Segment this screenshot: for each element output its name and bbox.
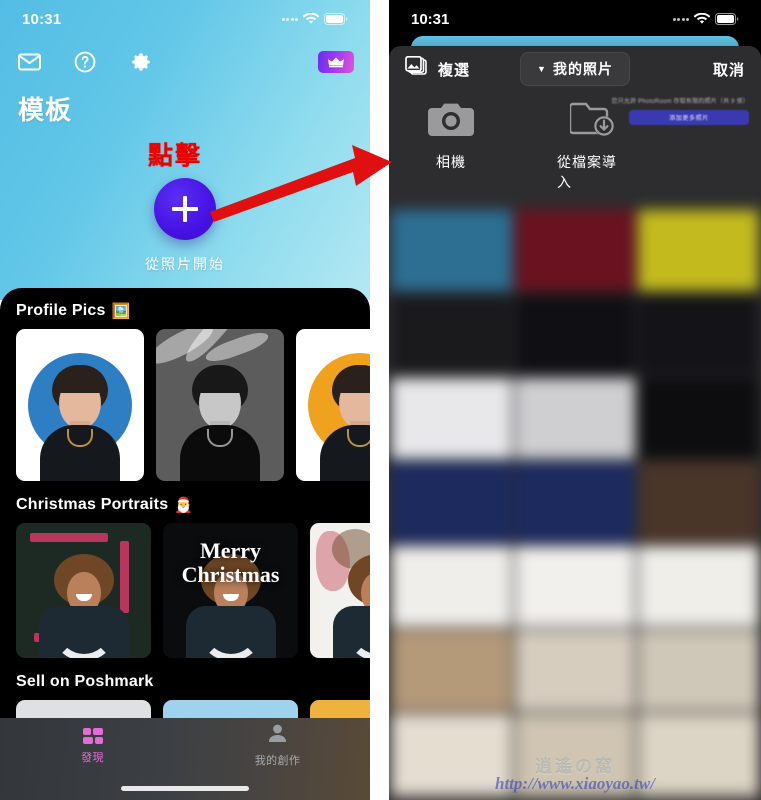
photo-thumbnail[interactable] xyxy=(638,462,759,543)
photo-thumbnail[interactable] xyxy=(638,630,759,711)
camera-icon xyxy=(428,100,474,143)
person-icon xyxy=(268,724,287,747)
santa-emoji-icon: 🎅 xyxy=(174,497,194,514)
wifi-icon xyxy=(303,13,319,25)
photo-source-row: 相機 從檔案導入 xyxy=(389,92,761,198)
plus-icon xyxy=(172,196,198,222)
add-photo-button[interactable] xyxy=(154,178,216,240)
bottom-tab-bar: 發現 我的創作 xyxy=(0,718,370,800)
multi-select-button[interactable]: 複選 xyxy=(405,55,471,83)
section-header-sell-on-poshmark: Sell on Poshmark xyxy=(0,673,370,691)
photo-thumbnail[interactable] xyxy=(391,462,512,543)
template-card[interactable] xyxy=(156,329,284,481)
photo-thumbnail[interactable] xyxy=(638,378,759,459)
signal-dots-icon xyxy=(672,17,689,21)
overlay-line-1: Merry xyxy=(199,538,262,563)
photo-picker-sheet: 複選 ▼ 我的照片 取消 您只允許 PhotoRoom 存取有限的照片（共 9 … xyxy=(389,46,761,800)
photo-thumbnail[interactable] xyxy=(391,378,512,459)
caret-down-icon: ▼ xyxy=(537,63,547,74)
photo-thumbnail-grid[interactable] xyxy=(389,210,761,800)
home-indicator xyxy=(121,786,249,791)
pro-crown-badge[interactable] xyxy=(318,51,354,73)
camera-label: 相機 xyxy=(436,154,466,170)
right-phone-screenshot: 10:31 複選 ▼ 我的照片 取消 您只允許 PhotoRoom 存取有限的照… xyxy=(389,0,761,800)
page-title: 模板 xyxy=(18,95,73,125)
photo-thumbnail[interactable] xyxy=(514,630,636,711)
section-header-christmas-portraits: Christmas Portraits 🎅 xyxy=(0,496,370,514)
tab-label: 我的創作 xyxy=(254,755,301,767)
photo-thumbnail[interactable] xyxy=(638,294,759,375)
camera-source-button[interactable]: 相機 xyxy=(415,100,487,192)
import-from-files-button[interactable]: 從檔案導入 xyxy=(557,100,629,192)
section-title: Profile Pics xyxy=(16,302,106,319)
stacked-photos-icon xyxy=(405,55,429,83)
photo-thumbnail[interactable] xyxy=(514,210,636,291)
portrait-figure xyxy=(34,361,126,481)
photo-thumbnail[interactable] xyxy=(391,210,512,291)
right-status-bar: 10:31 xyxy=(389,6,761,32)
portrait-figure xyxy=(36,554,132,658)
signal-dots-icon xyxy=(281,17,298,21)
mail-icon[interactable] xyxy=(16,49,42,75)
tab-discover[interactable]: 發現 xyxy=(0,718,185,774)
photo-thumbnail[interactable] xyxy=(514,714,636,795)
grid-icon xyxy=(82,727,103,744)
section-header-profile-pics: Profile Pics 🖼️ xyxy=(0,302,370,320)
photo-thumbnail[interactable] xyxy=(638,210,759,291)
overlay-line-2: Christmas xyxy=(181,562,280,587)
portrait-figure xyxy=(174,361,266,481)
template-card[interactable] xyxy=(16,329,144,481)
photo-thumbnail[interactable] xyxy=(638,546,759,627)
photo-thumbnail[interactable] xyxy=(514,462,636,543)
photo-thumbnail[interactable] xyxy=(391,630,512,711)
photo-thumbnail[interactable] xyxy=(514,546,636,627)
folder-download-icon xyxy=(568,100,616,143)
template-card[interactable] xyxy=(296,329,370,481)
status-clock: 10:31 xyxy=(22,10,62,28)
tap-annotation-label: 點擊 xyxy=(148,142,203,170)
photo-thumbnail[interactable] xyxy=(638,714,759,795)
picture-frame-emoji-icon: 🖼️ xyxy=(111,303,131,320)
photo-thumbnail[interactable] xyxy=(514,378,636,459)
cancel-button[interactable]: 取消 xyxy=(713,59,745,80)
section-title: Christmas Portraits xyxy=(16,496,169,513)
gear-icon[interactable] xyxy=(128,49,154,75)
left-phone-screenshot: 10:31 模板 從照片開始 Profile Pics 🖼️ Christmas… xyxy=(0,0,370,800)
panel-divider xyxy=(370,0,389,800)
section-title: Sell on Poshmark xyxy=(16,673,154,690)
portrait-figure xyxy=(314,361,370,481)
multi-select-label: 複選 xyxy=(438,61,471,79)
question-mark-circle-icon[interactable] xyxy=(72,49,98,75)
portrait-figure xyxy=(330,554,370,658)
wifi-icon xyxy=(694,13,710,25)
battery-icon xyxy=(715,13,739,25)
photo-thumbnail[interactable] xyxy=(391,714,512,795)
tab-label: 發現 xyxy=(81,751,104,764)
christmas-portraits-rail[interactable]: Merry Christmas xyxy=(0,514,370,658)
limited-access-note: 您只允許 PhotoRoom 存取有限的照片（共 9 張） xyxy=(611,99,749,105)
crown-icon xyxy=(328,57,344,68)
left-toolbar xyxy=(0,44,370,80)
battery-icon xyxy=(324,13,348,25)
album-label: 我的照片 xyxy=(552,61,613,77)
profile-pics-rail[interactable] xyxy=(0,320,370,481)
album-selector-button[interactable]: ▼ 我的照片 xyxy=(520,52,630,86)
merry-christmas-overlay: Merry Christmas xyxy=(163,539,298,587)
photo-thumbnail[interactable] xyxy=(391,294,512,375)
import-label: 從檔案導入 xyxy=(557,154,617,190)
template-card[interactable] xyxy=(16,523,151,658)
start-from-photo-label: 從照片開始 xyxy=(145,256,225,272)
status-clock: 10:31 xyxy=(411,10,450,28)
photo-thumbnail[interactable] xyxy=(514,294,636,375)
template-card[interactable]: Merry Christmas xyxy=(163,523,298,658)
screenshot-canvas: 10:31 模板 從照片開始 Profile Pics 🖼️ Christmas… xyxy=(0,0,761,800)
photo-thumbnail[interactable] xyxy=(391,546,512,627)
picker-header: 複選 ▼ 我的照片 取消 xyxy=(389,46,761,92)
tab-my-creations[interactable]: 我的創作 xyxy=(185,718,370,774)
template-card[interactable] xyxy=(310,523,370,658)
add-more-photos-button[interactable]: 添加更多照片 xyxy=(629,110,749,125)
left-status-bar: 10:31 xyxy=(0,6,370,32)
start-from-photo-block: 從照片開始 xyxy=(0,178,370,274)
